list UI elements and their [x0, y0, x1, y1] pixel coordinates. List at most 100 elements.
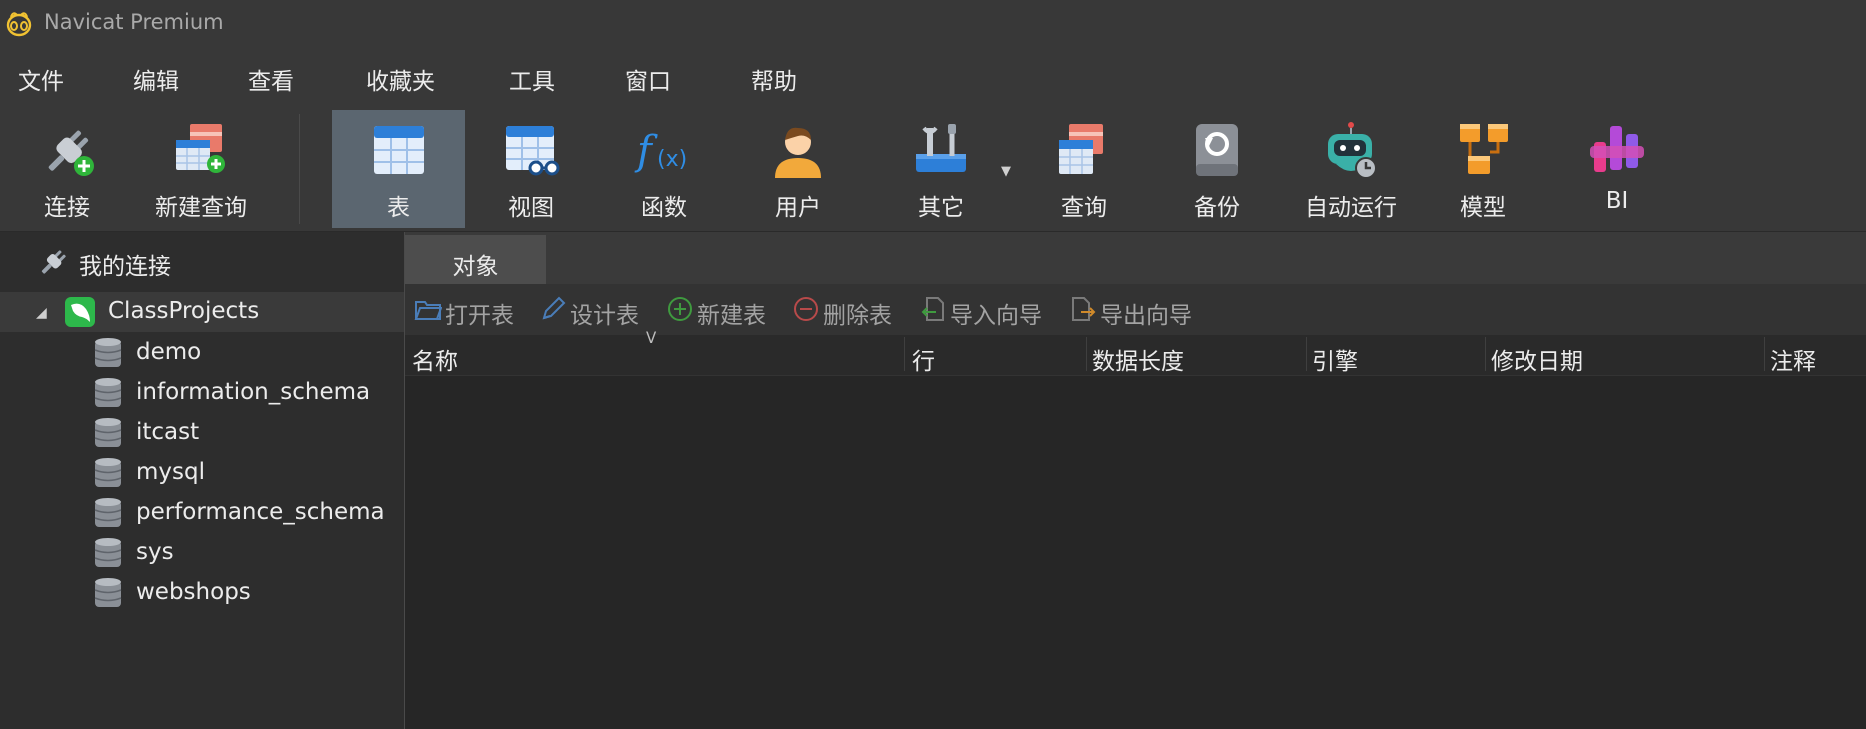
column-rows[interactable]: 行 — [912, 342, 935, 376]
database-icon — [94, 498, 122, 527]
database-icon — [94, 378, 122, 407]
svg-text:(x): (x) — [657, 147, 687, 172]
my-connections-label: 我的连接 — [79, 254, 171, 280]
tab-objects[interactable]: 对象 — [405, 235, 546, 284]
bi-button[interactable]: BI — [1569, 110, 1665, 228]
table-label: 表 — [387, 195, 410, 221]
column-divider[interactable] — [1306, 337, 1307, 371]
database-item[interactable]: webshops — [0, 574, 404, 614]
database-item[interactable]: demo — [0, 334, 404, 374]
new-query-label: 新建查询 — [155, 195, 247, 221]
function-label: 函数 — [641, 195, 687, 221]
menu-favorites[interactable]: 收藏夹 — [366, 62, 435, 96]
app-title: Navicat Premium — [44, 10, 224, 34]
plug-add-icon — [48, 130, 94, 176]
column-modified[interactable]: 修改日期 — [1491, 342, 1583, 376]
database-item[interactable]: performance_schema — [0, 494, 404, 534]
automation-button[interactable]: 自动运行 — [1298, 110, 1404, 228]
backup-button[interactable]: 备份 — [1169, 110, 1265, 228]
tools-icon — [916, 124, 966, 172]
column-data-length[interactable]: 数据长度 — [1092, 342, 1184, 376]
toolbar-separator — [299, 114, 300, 224]
svg-text:f: f — [634, 128, 658, 174]
connect-button[interactable]: 连接 — [18, 110, 116, 228]
table-button[interactable]: 表 — [332, 110, 465, 228]
main-panel: 对象 打开表 设计表 新建表 删除表 导入向导 导出向导 名称 ᐯ 行 数据长度… — [405, 232, 1866, 729]
other-button[interactable]: 其它 — [893, 110, 989, 228]
user-button[interactable]: 用户 — [750, 110, 846, 228]
function-button[interactable]: f (x) 函数 — [616, 110, 712, 228]
design-table-label: 设计表 — [570, 303, 639, 329]
automation-label: 自动运行 — [1305, 195, 1397, 221]
new-query-button[interactable]: 新建查询 — [146, 110, 256, 228]
database-item[interactable]: mysql — [0, 454, 404, 494]
collapse-triangle-icon[interactable]: ◢ — [36, 305, 47, 321]
import-wizard-button[interactable]: 导入向导 — [919, 293, 1064, 329]
view-label: 视图 — [508, 195, 554, 221]
import-icon — [921, 297, 944, 321]
other-dropdown-arrow[interactable]: ▼ — [1001, 164, 1011, 179]
model-button[interactable]: 模型 — [1435, 110, 1531, 228]
table-icon — [373, 126, 424, 174]
my-connections-header[interactable]: 我的连接 — [0, 232, 404, 290]
delete-table-button[interactable]: 删除表 — [792, 293, 912, 329]
user-icon — [775, 127, 821, 178]
query-label: 查询 — [1061, 195, 1107, 221]
database-name: mysql — [136, 459, 205, 485]
menu-file[interactable]: 文件 — [18, 62, 64, 96]
plug-icon — [41, 250, 66, 274]
column-engine[interactable]: 引擎 — [1312, 342, 1358, 376]
menu-window[interactable]: 窗口 — [625, 62, 671, 96]
bi-label: BI — [1605, 188, 1629, 214]
connection-sidebar: 我的连接 ◢ ClassProjects demo information_sc… — [0, 232, 405, 729]
menu-view[interactable]: 查看 — [248, 62, 294, 96]
model-icon — [1460, 124, 1508, 174]
new-table-label: 新建表 — [697, 303, 766, 329]
column-divider[interactable] — [1485, 337, 1486, 371]
design-table-button[interactable]: 设计表 — [539, 293, 659, 329]
view-button[interactable]: 视图 — [483, 110, 579, 228]
import-wizard-label: 导入向导 — [950, 303, 1042, 329]
database-item[interactable]: sys — [0, 534, 404, 574]
new-table-button[interactable]: 新建表 — [666, 293, 786, 329]
database-item[interactable]: itcast — [0, 414, 404, 454]
tab-objects-label: 对象 — [452, 254, 499, 280]
column-name[interactable]: 名称 — [412, 342, 458, 376]
export-wizard-button[interactable]: 导出向导 — [1069, 293, 1214, 329]
sort-indicator-icon: ᐯ — [646, 329, 657, 347]
other-label: 其它 — [918, 195, 964, 221]
model-label: 模型 — [1460, 195, 1506, 221]
pencil-icon — [542, 296, 566, 320]
menu-tools[interactable]: 工具 — [509, 62, 555, 96]
object-toolbar: 打开表 设计表 新建表 删除表 导入向导 导出向导 — [405, 284, 1866, 335]
add-circle-icon — [668, 297, 692, 321]
connection-name: ClassProjects — [108, 298, 260, 324]
folder-open-icon — [414, 301, 442, 320]
column-comment[interactable]: 注释 — [1770, 342, 1816, 376]
open-table-button[interactable]: 打开表 — [414, 293, 534, 329]
database-name: demo — [136, 339, 202, 365]
connect-label: 连接 — [44, 195, 90, 221]
database-name: performance_schema — [136, 499, 385, 525]
database-item[interactable]: information_schema — [0, 374, 404, 414]
query-button[interactable]: 查询 — [1036, 110, 1132, 228]
database-name: sys — [136, 539, 174, 565]
column-divider[interactable] — [1086, 337, 1087, 371]
main-toolbar: 连接 新建查询 表 视图 f (x) 函数 用户 其它 ▼ 查询 备份 自动运行… — [0, 108, 1866, 232]
navicat-logo-icon — [6, 12, 32, 37]
database-icon — [94, 418, 122, 447]
column-divider[interactable] — [904, 337, 905, 371]
menu-bar: 文件 编辑 查看 收藏夹 工具 窗口 帮助 — [0, 46, 1866, 108]
menu-edit[interactable]: 编辑 — [133, 62, 179, 96]
database-name: webshops — [136, 579, 251, 605]
delete-table-label: 删除表 — [823, 303, 892, 329]
database-name: information_schema — [136, 379, 371, 405]
remove-circle-icon — [794, 297, 818, 321]
export-wizard-label: 导出向导 — [1100, 303, 1192, 329]
robot-icon — [1328, 122, 1377, 179]
column-divider[interactable] — [1764, 337, 1765, 371]
database-name: itcast — [136, 419, 200, 445]
menu-help[interactable]: 帮助 — [751, 62, 797, 96]
connection-item[interactable]: ◢ ClassProjects — [0, 292, 404, 332]
user-label: 用户 — [775, 195, 821, 221]
